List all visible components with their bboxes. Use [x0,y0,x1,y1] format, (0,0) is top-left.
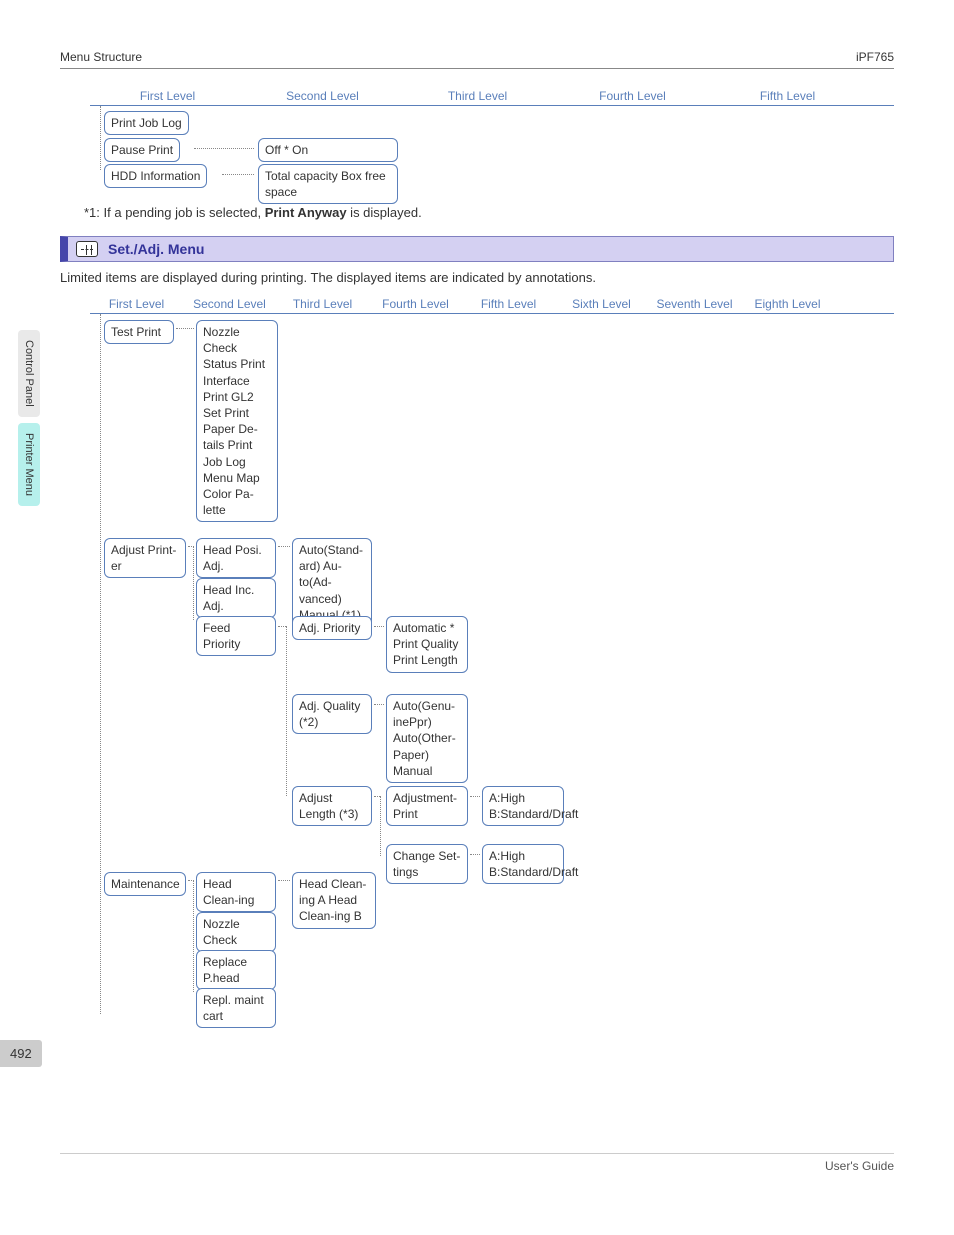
level8-col-3: Third Level [276,297,369,311]
levels-header-8: First Level Second Level Third Level Fou… [90,297,894,311]
node-pause-opts: Off * On [258,138,398,162]
node-adj-priority: Adj. Priority [292,616,372,640]
level-col-5: Fifth Level [710,89,865,103]
node-test-print-opts: Nozzle Check Status Print Interface Prin… [196,320,278,522]
node-maintenance: Maintenance [104,872,186,896]
footnote-1-post: is displayed. [347,205,422,220]
node-adjustment-print: Adjustment-Print [386,786,468,826]
page-number: 492 [0,1040,42,1067]
level8-col-2: Second Level [183,297,276,311]
node-pause-print: Pause Print [104,138,180,162]
footer-text: User's Guide [60,1153,894,1173]
level-col-3: Third Level [400,89,555,103]
intro-text: Limited items are displayed during print… [60,270,894,285]
node-change-settings-opts: A:High B:Standard/Draft [482,844,564,884]
level-col-2: Second Level [245,89,400,103]
footnote-1-bold: Print Anyway [265,205,347,220]
node-feed-priority: Feed Priority [196,616,276,656]
tree1-container: Print Job Log Pause Print Off * On HDD I… [90,105,894,195]
node-head-cleaning: Head Clean-ing [196,872,276,912]
node-adj-quality: Adj. Quality (*2) [292,694,372,734]
node-change-settings: Change Set-tings [386,844,468,884]
section-set-adj-menu: Set./Adj. Menu [60,236,894,262]
node-head-posi-adj: Head Posi. Adj. [196,538,276,578]
tree2-container: Test Print Nozzle Check Status Print Int… [90,313,894,1013]
node-repl-maint-cart: Repl. maint cart [196,988,276,1028]
level8-col-1: First Level [90,297,183,311]
node-test-print: Test Print [104,320,174,344]
node-nozzle-check: Nozzle Check [196,912,276,952]
node-print-job-log: Print Job Log [104,111,189,135]
header-rule [60,68,894,69]
level8-col-7: Seventh Level [648,297,741,311]
node-replace-phead: Replace P.head [196,950,276,990]
level-col-1: First Level [90,89,245,103]
node-adjust-printer: Adjust Print-er [104,538,186,578]
level8-col-8: Eighth Level [741,297,834,311]
level-col-4: Fourth Level [555,89,710,103]
header-right: iPF765 [856,50,894,64]
footnote-1-pre: *1: If a pending job is selected, [84,205,265,220]
running-header: Menu Structure iPF765 [60,50,894,64]
levels-header-5: First Level Second Level Third Level Fou… [90,89,894,103]
level8-col-6: Sixth Level [555,297,648,311]
node-hdd-info: HDD Information [104,164,207,188]
section-title-text: Set./Adj. Menu [108,241,204,257]
node-adjust-length: Adjust Length (*3) [292,786,372,826]
node-adj-quality-opts: Auto(Genu-inePpr) Auto(Other-Paper) Manu… [386,694,468,783]
node-adjustment-print-opts: A:High B:Standard/Draft [482,786,564,826]
level8-col-4: Fourth Level [369,297,462,311]
level8-col-5: Fifth Level [462,297,555,311]
node-head-cleaning-opts: Head Clean-ing A Head Clean-ing B [292,872,376,929]
node-head-inc-adj: Head Inc. Adj. [196,578,276,618]
node-adj-priority-opts: Automatic * Print Quality Print Length [386,616,468,673]
page-content: Menu Structure iPF765 First Level Second… [0,0,954,1203]
footnote-1: *1: If a pending job is selected, Print … [84,205,894,220]
node-hdd-opts: Total capacity Box free space [258,164,398,204]
node-head-posi-opts: Auto(Stand-ard) Au-to(Ad-vanced) Manual … [292,538,372,627]
header-left: Menu Structure [60,50,142,64]
adjustment-icon [76,241,98,257]
